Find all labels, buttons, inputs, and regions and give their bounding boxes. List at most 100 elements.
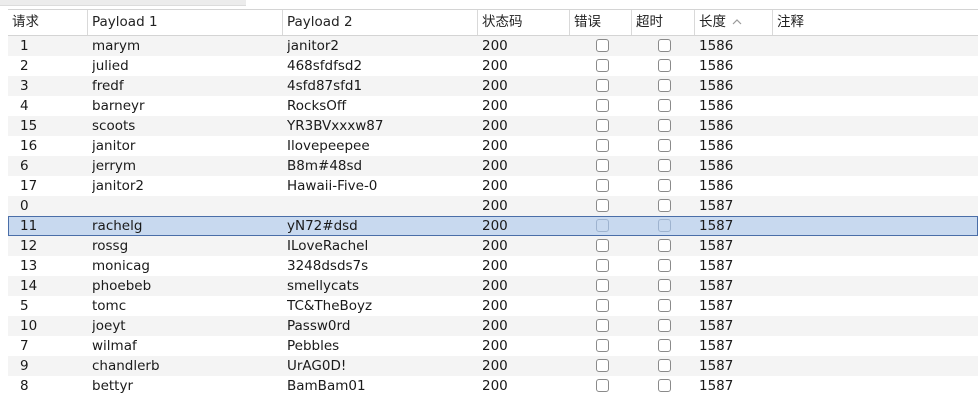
- cell-payload2: RocksOff: [287, 98, 347, 114]
- table-row[interactable]: 15 scoots YR3BVxxxw87 200 1586: [8, 116, 978, 136]
- error-checkbox[interactable]: [596, 59, 609, 72]
- cell-length: 1587: [699, 218, 734, 234]
- cell-comment: [777, 156, 977, 176]
- timeout-checkbox[interactable]: [658, 99, 671, 112]
- cell-comment: [777, 176, 977, 196]
- error-checkbox[interactable]: [596, 279, 609, 292]
- table-row[interactable]: 11 rachelg yN72#dsd 200 1587: [8, 216, 978, 236]
- cell-comment: [777, 36, 977, 56]
- table-row[interactable]: 16 janitor Ilovepeepee 200 1586: [8, 136, 978, 156]
- cell-comment: [777, 136, 977, 156]
- timeout-checkbox[interactable]: [658, 239, 671, 252]
- column-header-status[interactable]: 状态码: [478, 10, 570, 35]
- error-checkbox[interactable]: [596, 259, 609, 272]
- error-checkbox[interactable]: [596, 219, 609, 232]
- cell-comment: [777, 76, 977, 96]
- table-row[interactable]: 12 rossg ILoveRachel 200 1587: [8, 236, 978, 256]
- cell-request: 2: [20, 58, 29, 74]
- table-row[interactable]: 1 marym janitor2 200 1586: [8, 36, 978, 56]
- cell-comment: [777, 296, 977, 316]
- cell-comment: [777, 356, 977, 376]
- table-row[interactable]: 5 tomc TC&TheBoyz 200 1587: [8, 296, 978, 316]
- cell-payload2: 468sfdfsd2: [287, 58, 363, 74]
- table-row[interactable]: 7 wilmaf Pebbles 200 1587: [8, 336, 978, 356]
- cell-status: 200: [482, 278, 508, 294]
- cell-status: 200: [482, 158, 508, 174]
- column-header-length-label: 长度: [699, 14, 726, 30]
- cell-status: 200: [482, 258, 508, 274]
- error-checkbox[interactable]: [596, 379, 609, 392]
- cell-payload1: jerrym: [92, 158, 137, 174]
- column-header-timeout[interactable]: 超时: [632, 10, 695, 35]
- cell-comment: [777, 96, 977, 116]
- cell-payload1: tomc: [92, 298, 127, 314]
- cell-status: 200: [482, 138, 508, 154]
- top-tab[interactable]: [0, 0, 246, 6]
- cell-payload1: bettyr: [92, 378, 134, 394]
- error-checkbox[interactable]: [596, 99, 609, 112]
- cell-payload2: yN72#dsd: [287, 218, 358, 234]
- error-checkbox[interactable]: [596, 199, 609, 212]
- cell-comment: [777, 196, 977, 216]
- error-checkbox[interactable]: [596, 159, 609, 172]
- timeout-checkbox[interactable]: [658, 279, 671, 292]
- table-row[interactable]: 14 phoebeb smellycats 200 1587: [8, 276, 978, 296]
- cell-payload2: ILoveRachel: [287, 238, 369, 254]
- cell-payload1: rachelg: [92, 218, 143, 234]
- cell-payload2: 3248dsds7s: [287, 258, 369, 274]
- timeout-checkbox[interactable]: [658, 319, 671, 332]
- error-checkbox[interactable]: [596, 39, 609, 52]
- cell-request: 8: [20, 378, 29, 394]
- timeout-checkbox[interactable]: [658, 379, 671, 392]
- column-header-request[interactable]: 请求: [8, 10, 88, 35]
- error-checkbox[interactable]: [596, 339, 609, 352]
- cell-comment: [777, 256, 977, 276]
- error-checkbox[interactable]: [596, 319, 609, 332]
- column-header-error[interactable]: 错误: [570, 10, 632, 35]
- timeout-checkbox[interactable]: [658, 339, 671, 352]
- error-checkbox[interactable]: [596, 239, 609, 252]
- cell-length: 1587: [699, 378, 734, 394]
- table-row[interactable]: 6 jerrym B8m#48sd 200 1586: [8, 156, 978, 176]
- table-row[interactable]: 4 barneyr RocksOff 200 1586: [8, 96, 978, 116]
- timeout-checkbox[interactable]: [658, 159, 671, 172]
- table-row[interactable]: 17 janitor2 Hawaii-Five-0 200 1586: [8, 176, 978, 196]
- column-header-payload2[interactable]: Payload 2: [283, 10, 478, 35]
- timeout-checkbox[interactable]: [658, 199, 671, 212]
- cell-status: 200: [482, 78, 508, 94]
- cell-comment: [777, 276, 977, 296]
- timeout-checkbox[interactable]: [658, 179, 671, 192]
- error-checkbox[interactable]: [596, 139, 609, 152]
- cell-payload1: chandlerb: [92, 358, 160, 374]
- timeout-checkbox[interactable]: [658, 359, 671, 372]
- timeout-checkbox[interactable]: [658, 79, 671, 92]
- table-row[interactable]: 0 200 1587: [8, 196, 978, 216]
- error-checkbox[interactable]: [596, 299, 609, 312]
- error-checkbox[interactable]: [596, 119, 609, 132]
- table-row[interactable]: 8 bettyr BamBam01 200 1587: [8, 376, 978, 396]
- cell-request: 9: [20, 358, 29, 374]
- cell-payload2: B8m#48sd: [287, 158, 363, 174]
- error-checkbox[interactable]: [596, 79, 609, 92]
- table-row[interactable]: 13 monicag 3248dsds7s 200 1587: [8, 256, 978, 276]
- timeout-checkbox[interactable]: [658, 259, 671, 272]
- cell-payload1: scoots: [92, 118, 136, 134]
- timeout-checkbox[interactable]: [658, 219, 671, 232]
- table-row[interactable]: 9 chandlerb UrAG0D! 200 1587: [8, 356, 978, 376]
- error-checkbox[interactable]: [596, 359, 609, 372]
- column-header-length[interactable]: 长度: [695, 10, 773, 35]
- table-row[interactable]: 2 julied 468sfdfsd2 200 1586: [8, 56, 978, 76]
- timeout-checkbox[interactable]: [658, 139, 671, 152]
- timeout-checkbox[interactable]: [658, 119, 671, 132]
- cell-payload2: [287, 196, 477, 216]
- column-header-comment[interactable]: 注释: [773, 10, 978, 35]
- timeout-checkbox[interactable]: [658, 299, 671, 312]
- timeout-checkbox[interactable]: [658, 39, 671, 52]
- table-row[interactable]: 10 joeyt Passw0rd 200 1587: [8, 316, 978, 336]
- table-row[interactable]: 3 fredf 4sfd87sfd1 200 1586: [8, 76, 978, 96]
- timeout-checkbox[interactable]: [658, 59, 671, 72]
- error-checkbox[interactable]: [596, 179, 609, 192]
- column-header-payload1[interactable]: Payload 1: [88, 10, 283, 35]
- cell-request: 11: [20, 218, 38, 234]
- cell-length: 1586: [699, 158, 734, 174]
